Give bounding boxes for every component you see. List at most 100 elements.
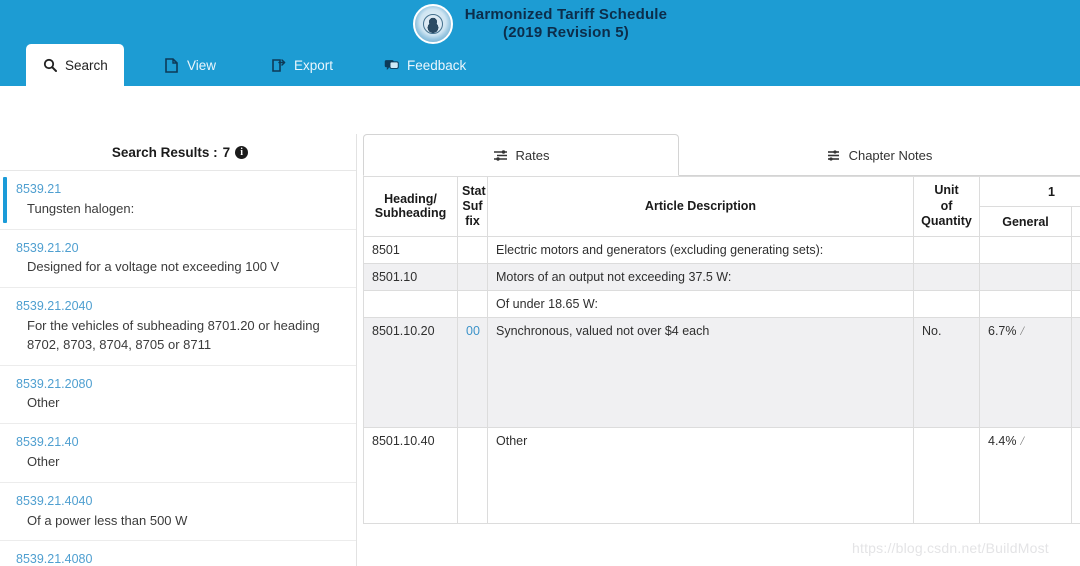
footnote-marker[interactable]: / (1021, 434, 1024, 448)
search-bar-row: Search (0, 86, 1080, 213)
tab-search[interactable]: Search (26, 44, 124, 86)
info-icon[interactable]: i (235, 145, 249, 159)
us-itc-seal-icon (412, 4, 453, 44)
cell-special-rate (1070, 235, 1080, 264)
cell-heading: 8501.10.20 (363, 316, 458, 428)
search-results-header: Search Results : 7 i (0, 134, 360, 170)
tab-chapter-notes[interactable]: Chapter Notes (679, 134, 1079, 176)
tab-view[interactable]: View (148, 44, 232, 86)
col-heading-subheading: Heading/ Subheading (363, 176, 458, 237)
table-row[interactable]: Of under 18.65 W: (363, 289, 1080, 318)
result-description: Other (27, 395, 60, 411)
result-description: Other (27, 453, 60, 469)
result-code[interactable]: 8539.21.40 (16, 433, 346, 452)
col-special (1070, 206, 1080, 237)
general-rate-value: 6.7% (988, 323, 1017, 338)
tab-export[interactable]: Export (255, 44, 349, 86)
cell-stat-suffix (457, 426, 488, 524)
list-item[interactable]: 8539.21.40 Other (0, 424, 356, 483)
sliders-icon (493, 149, 508, 162)
tab-rates-label: Rates (515, 147, 550, 163)
comment-icon (384, 58, 399, 73)
col-heading-line2: Subheading (374, 206, 447, 221)
col-unit-line2: of (940, 198, 953, 213)
cell-heading: 8501.10.40 (363, 426, 458, 524)
list-item[interactable]: 8539.21.4080Of a power 500 W or more (0, 541, 356, 566)
cell-special-rate (1070, 262, 1080, 291)
cell-general-rate (979, 235, 1072, 264)
cell-unit (913, 426, 980, 524)
cell-general-rate (979, 262, 1072, 291)
search-results-count: 7 (222, 144, 231, 160)
list-item[interactable]: 8539.21.2080 Other (0, 365, 356, 425)
col-stat-line3: fix (465, 213, 480, 228)
result-description: Designed for a voltage not exceeding 100… (27, 259, 280, 275)
search-results-label: Search Results : (111, 144, 218, 160)
table-row[interactable]: 8501.10.40 Other 4.4% / (363, 426, 1080, 524)
result-code[interactable]: 8539.21 (16, 180, 346, 199)
cell-general-rate: 6.7% / (979, 316, 1072, 428)
result-code[interactable]: 8539.21.4040 (16, 492, 346, 511)
table-body: 8501 Electric motors and generators (excl… (363, 235, 1080, 524)
col-heading-line1: Heading/ (384, 192, 437, 207)
col-unit-line1: Unit (934, 183, 959, 197)
cell-article-description: Of under 18.65 W: (487, 289, 914, 318)
table-header: Heading/ Subheading Stat Suf fix Article… (363, 176, 1080, 237)
content-tabbar: Rates Chapter Notes (363, 134, 1080, 176)
cell-article-description: Electric motors and generators (excludin… (487, 235, 914, 264)
tab-view-label: View (187, 57, 217, 73)
tab-rates[interactable]: Rates (363, 134, 679, 176)
list-item[interactable]: 8539.21.20 Designed for a voltage not exc… (0, 229, 356, 289)
search-results-list[interactable]: 8539.21 Tungsten halogen: 8539.21.20 Design… (0, 170, 356, 566)
result-code[interactable]: 8539.21.4080 (16, 550, 346, 566)
document-icon (164, 57, 179, 73)
general-rate-value: 4.4% (988, 433, 1017, 448)
cell-special-rate (1070, 316, 1080, 428)
result-code[interactable]: 8539.21.2040 (16, 297, 346, 316)
main-tabbar: Search View Export Feedback (0, 44, 1080, 86)
tab-search-label: Search (65, 57, 108, 73)
tab-export-label: Export (294, 57, 334, 73)
col-unit-line3: Quantity (921, 214, 972, 229)
search-icon (42, 58, 57, 73)
cell-unit: No. (913, 316, 980, 428)
cell-unit (913, 262, 980, 291)
search-results-panel: Search Results : 7 i 8539.21 Tungsten hal… (0, 134, 360, 566)
rates-table-scroll[interactable]: Heading/ Subheading Stat Suf fix Article… (363, 176, 1080, 566)
list-item[interactable]: 8539.21.4040 Of a power less than 500 W (0, 482, 356, 542)
footnote-marker[interactable]: / (1021, 324, 1024, 338)
app-root: Harmonized Tariff Schedule (2019 Revisio… (0, 0, 1080, 566)
title-line-2: (2019 Revision 5) (503, 24, 629, 41)
cell-stat-suffix (457, 289, 488, 318)
result-description: For the vehicles of subheading 8701.20 o… (27, 317, 320, 352)
rates-table: Heading/ Subheading Stat Suf fix Article… (363, 176, 1080, 524)
list-item[interactable]: 8539.21.2040 For the vehicles of subheadi… (0, 288, 356, 366)
col-unit-of-quantity: Unit of Quantity (913, 176, 980, 237)
cell-article-description: Synchronous, valued not over $4 each (487, 316, 914, 428)
cell-heading: 8501 (363, 235, 458, 264)
tab-feedback[interactable]: Feedback (368, 44, 482, 86)
cell-article-description: Other (487, 426, 914, 524)
panel-divider (356, 134, 357, 566)
tab-feedback-label: Feedback (407, 57, 467, 73)
cell-stat-suffix: 00 (457, 316, 488, 428)
col-article-description: Article Description (487, 176, 914, 237)
result-code[interactable]: 8539.21.2080 (16, 375, 346, 394)
table-row[interactable]: 8501.10.20 00 Synchronous, valued not over… (363, 316, 1080, 428)
cell-special-rate (1070, 289, 1080, 318)
cell-heading: 8501.10 (363, 262, 458, 291)
cell-heading (363, 289, 458, 318)
result-code[interactable]: 8539.21.20 (16, 239, 346, 258)
result-description: Of a power less than 500 W (27, 512, 188, 528)
table-row[interactable]: 8501.10 Motors of an output not exceeding… (363, 262, 1080, 291)
cell-stat-suffix (457, 262, 488, 291)
content-panel: Rates Chapter Notes Heading/ Subheading … (363, 134, 1080, 566)
cell-unit (913, 289, 980, 318)
col-stat-line1: Stat (462, 184, 486, 199)
list-item[interactable]: 8539.21 Tungsten halogen: (0, 171, 356, 230)
col-stat-suffix: Stat Suf fix (457, 176, 488, 237)
cell-general-rate (979, 289, 1072, 318)
cell-article-description: Motors of an output not exceeding 37.5 W… (487, 262, 914, 291)
page-title: Harmonized Tariff Schedule (2019 Revisio… (465, 6, 667, 41)
table-row[interactable]: 8501 Electric motors and generators (excl… (363, 235, 1080, 264)
